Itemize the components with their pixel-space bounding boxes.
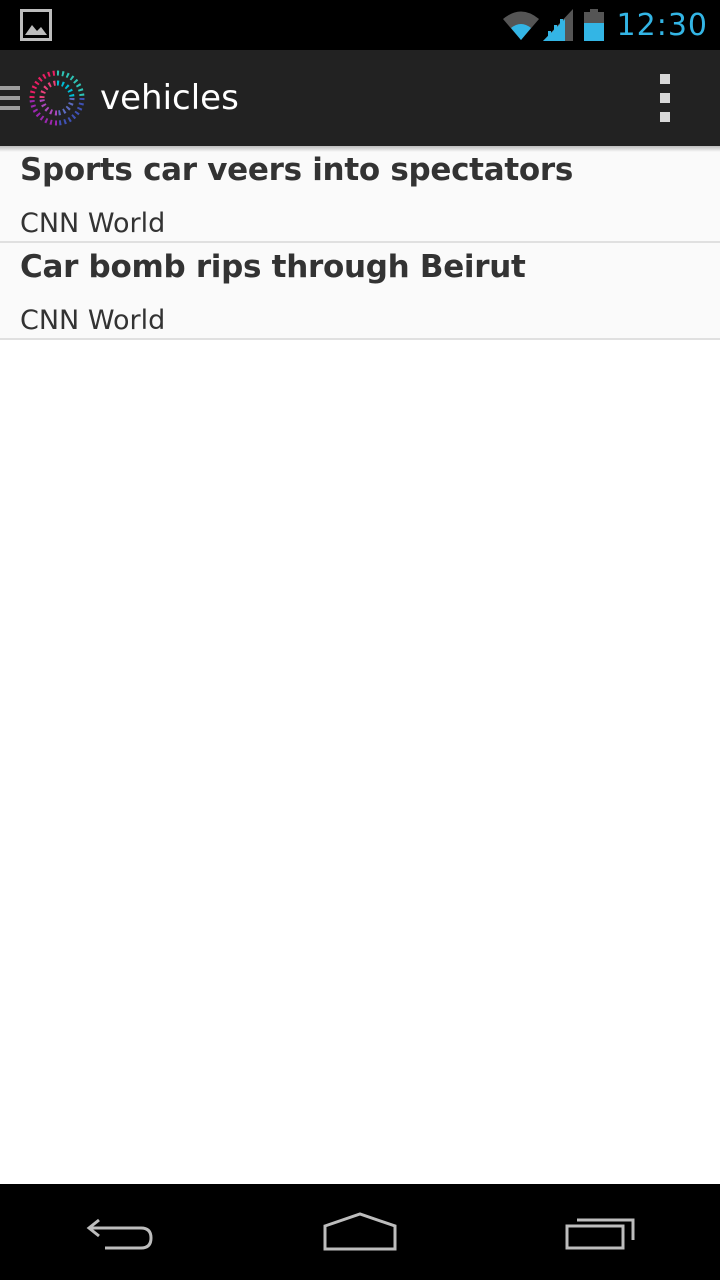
action-bar: vehicles <box>0 50 720 146</box>
overflow-menu-icon[interactable] <box>650 74 680 122</box>
battery-icon <box>583 9 604 41</box>
list-item[interactable]: Sports car veers into spectators CNN Wor… <box>0 146 720 243</box>
list-item[interactable]: Car bomb rips through Beirut CNN World <box>0 243 720 340</box>
overflow-dot <box>660 112 670 122</box>
recent-apps-button[interactable] <box>555 1202 645 1262</box>
status-time: 12:30 <box>616 7 708 43</box>
recent-apps-icon <box>565 1218 635 1250</box>
app-logo-icon[interactable] <box>26 67 88 129</box>
status-indicators: 12:30 <box>501 0 720 50</box>
back-icon <box>86 1218 153 1250</box>
home-button[interactable] <box>315 1202 405 1262</box>
news-list: Sports car veers into spectators CNN Wor… <box>0 146 720 340</box>
drawer-icon[interactable] <box>0 50 22 146</box>
status-notifications <box>0 9 52 41</box>
news-title: Sports car veers into spectators <box>20 152 573 188</box>
signal-icon <box>542 9 573 41</box>
home-icon <box>323 1212 397 1251</box>
gallery-icon <box>20 9 52 41</box>
action-bar-shadow <box>0 146 720 152</box>
news-source: CNN World <box>20 305 166 336</box>
status-bar: 12:30 <box>0 0 720 50</box>
news-title: Car bomb rips through Beirut <box>20 249 526 285</box>
overflow-dot <box>660 74 670 84</box>
overflow-dot <box>660 93 670 103</box>
wifi-icon <box>502 11 539 40</box>
action-bar-title: vehicles <box>100 78 239 118</box>
back-button[interactable] <box>75 1202 165 1262</box>
navigation-bar <box>0 1184 720 1280</box>
news-source: CNN World <box>20 208 166 239</box>
